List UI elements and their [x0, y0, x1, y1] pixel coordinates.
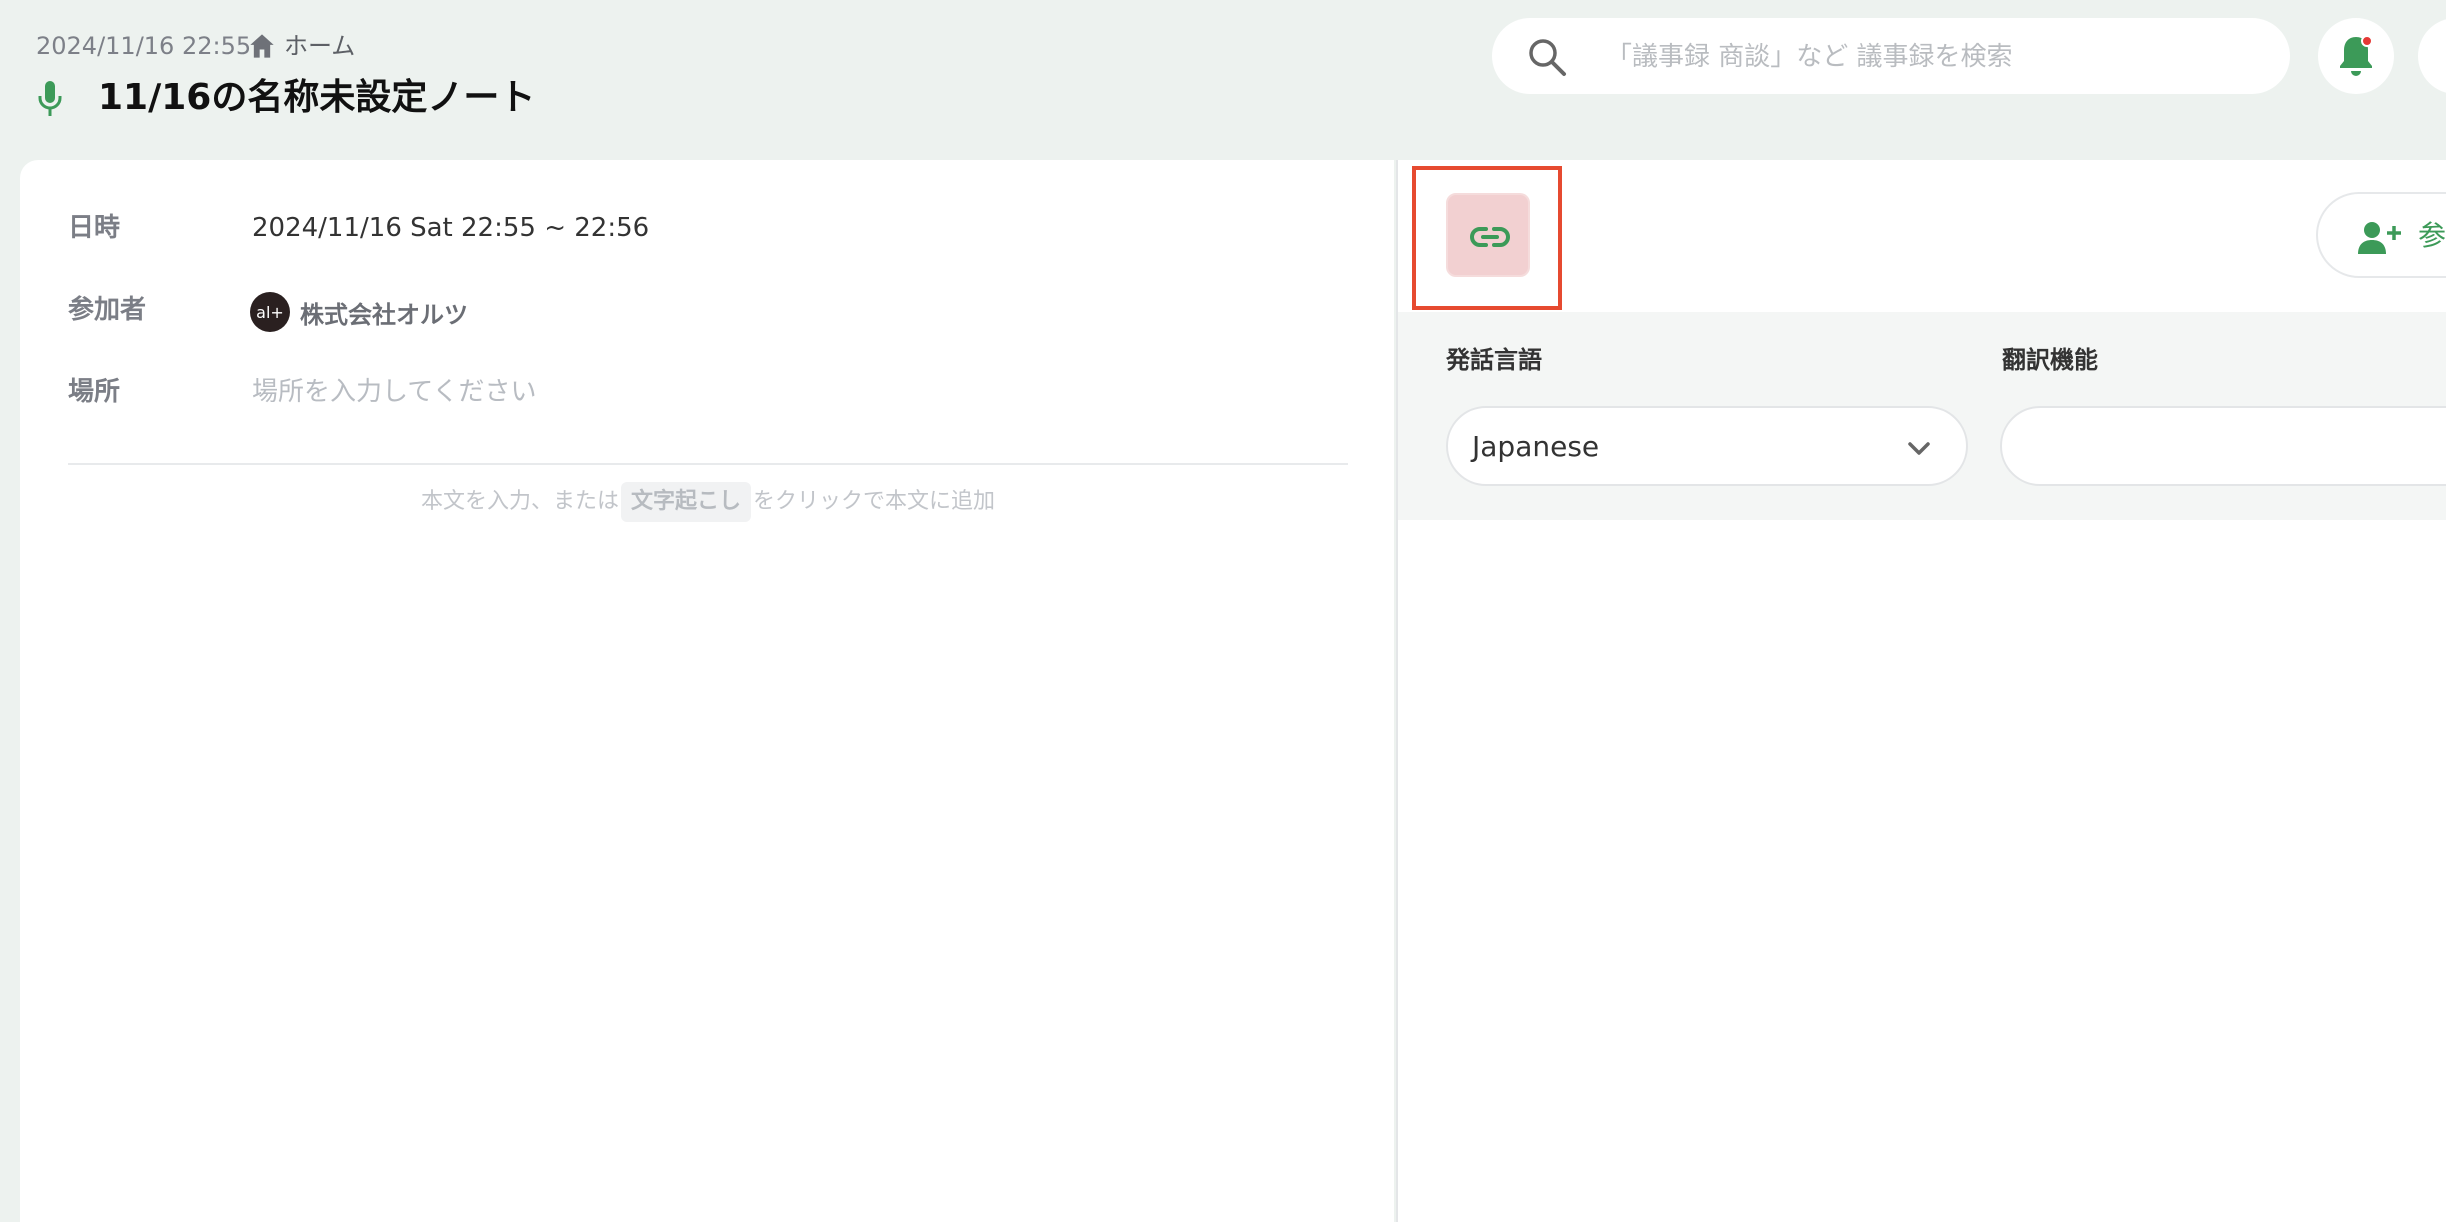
home-icon	[250, 34, 274, 58]
page-title[interactable]: 11/16の名称未設定ノート	[98, 70, 535, 126]
speech-language-label: 発話言語	[1446, 346, 1542, 374]
speech-language-value: Japanese	[1472, 430, 1600, 463]
place-input[interactable]: 場所を入力してください	[252, 372, 536, 412]
notification-dot	[2361, 35, 2373, 47]
note-datetime: 2024/11/16 22:55	[36, 32, 252, 60]
user-avatar-button[interactable]	[2418, 18, 2446, 94]
add-participant-button[interactable]: 参	[2316, 192, 2446, 278]
translation-label: 翻訳機能	[2002, 346, 2098, 374]
participant-name: 株式会社オルツ	[300, 300, 468, 329]
speech-language-select[interactable]: Japanese	[1446, 406, 1968, 486]
body-input-hint[interactable]: 本文を入力、または 文字起こし をクリックで本文に追加	[68, 482, 1348, 522]
add-person-icon	[2358, 222, 2401, 254]
add-participant-label: 参	[2418, 219, 2446, 252]
note-editor-panel	[20, 160, 1394, 1222]
date-value[interactable]: 2024/11/16 Sat 22:55 ~ 22:56	[252, 208, 649, 248]
breadcrumb[interactable]: ホーム	[248, 26, 355, 66]
participants-label: 参加者	[68, 295, 147, 325]
date-label: 日時	[68, 213, 121, 243]
divider	[68, 463, 1348, 465]
place-label: 場所	[68, 377, 121, 407]
translation-select[interactable]	[2000, 406, 2446, 486]
transcription-chip[interactable]: 文字起こし	[620, 482, 751, 522]
highlight-box	[1412, 166, 1562, 310]
hint-text-before: 本文を入力、または	[420, 489, 619, 514]
search-bar[interactable]	[1492, 18, 2290, 94]
participant-chip[interactable]: al+ 株式会社オルツ	[250, 292, 468, 332]
bell-icon	[2340, 35, 2373, 76]
hint-text-after: をクリックで本文に追加	[753, 489, 996, 514]
participant-avatar: al+	[250, 292, 290, 332]
microphone-icon	[38, 81, 62, 116]
search-icon	[1529, 39, 1566, 76]
breadcrumb-home[interactable]: ホーム	[284, 26, 355, 66]
user-avatar-icon	[2418, 18, 2446, 94]
notification-button[interactable]	[2318, 18, 2394, 94]
search-input[interactable]	[1604, 32, 2268, 82]
chevron-down-icon	[1908, 442, 1930, 455]
